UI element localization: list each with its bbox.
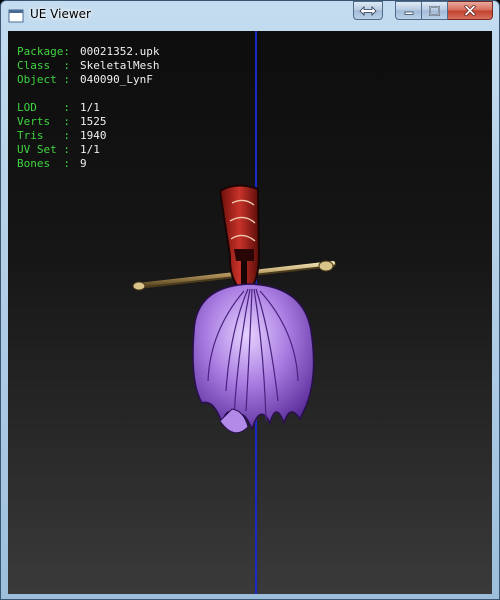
- info-value: 00021352.upk: [80, 45, 160, 58]
- info-value: 1940: [80, 129, 107, 142]
- info-row-tris: Tris : 1940: [17, 129, 159, 143]
- info-label: UV Set :: [17, 143, 70, 156]
- title-bar[interactable]: UE Viewer: [1, 1, 499, 31]
- 3d-viewport[interactable]: Package: 00021352.upk Class : SkeletalMesh…: [8, 31, 492, 594]
- maximize-icon: [429, 5, 440, 16]
- swap-arrows-icon: [359, 5, 377, 16]
- info-value: 1/1: [80, 101, 100, 114]
- info-value: 040090_LynF: [80, 73, 153, 86]
- hair-mesh: [192, 283, 315, 434]
- info-value: 1/1: [80, 143, 100, 156]
- info-label: Object :: [17, 73, 70, 86]
- window-title: UE Viewer: [30, 7, 91, 21]
- app-window: UE Viewer Package: 00021352.upk Class: …: [0, 0, 500, 600]
- swap-button[interactable]: [353, 1, 383, 20]
- info-label: Package:: [17, 45, 70, 58]
- minimize-button[interactable]: [395, 1, 422, 20]
- info-label: LOD :: [17, 101, 70, 114]
- info-row-object: Object : 040090_LynF: [17, 73, 159, 87]
- info-label: Verts :: [17, 115, 70, 128]
- info-label: Class :: [17, 59, 70, 72]
- info-label: Bones :: [17, 157, 70, 170]
- info-row-class: Class : SkeletalMesh: [17, 59, 159, 73]
- close-button[interactable]: [448, 1, 493, 20]
- caption-buttons: [353, 1, 493, 21]
- info-row-verts: Verts : 1525: [17, 115, 159, 129]
- info-value: 9: [80, 157, 87, 170]
- info-row-bones: Bones : 9: [17, 157, 159, 171]
- info-label: Tris :: [17, 129, 70, 142]
- app-icon: [8, 9, 24, 23]
- info-value: SkeletalMesh: [80, 59, 160, 72]
- minimize-icon: [404, 11, 413, 15]
- info-row-uv-set: UV Set : 1/1: [17, 143, 159, 157]
- info-row-package: Package: 00021352.upk: [17, 45, 159, 59]
- close-icon: [464, 5, 476, 16]
- mesh-info-panel: Package: 00021352.upk Class : SkeletalMesh…: [17, 45, 159, 171]
- info-row-lod: LOD : 1/1: [17, 101, 159, 115]
- info-value: 1525: [80, 115, 107, 128]
- maximize-button[interactable]: [422, 1, 448, 20]
